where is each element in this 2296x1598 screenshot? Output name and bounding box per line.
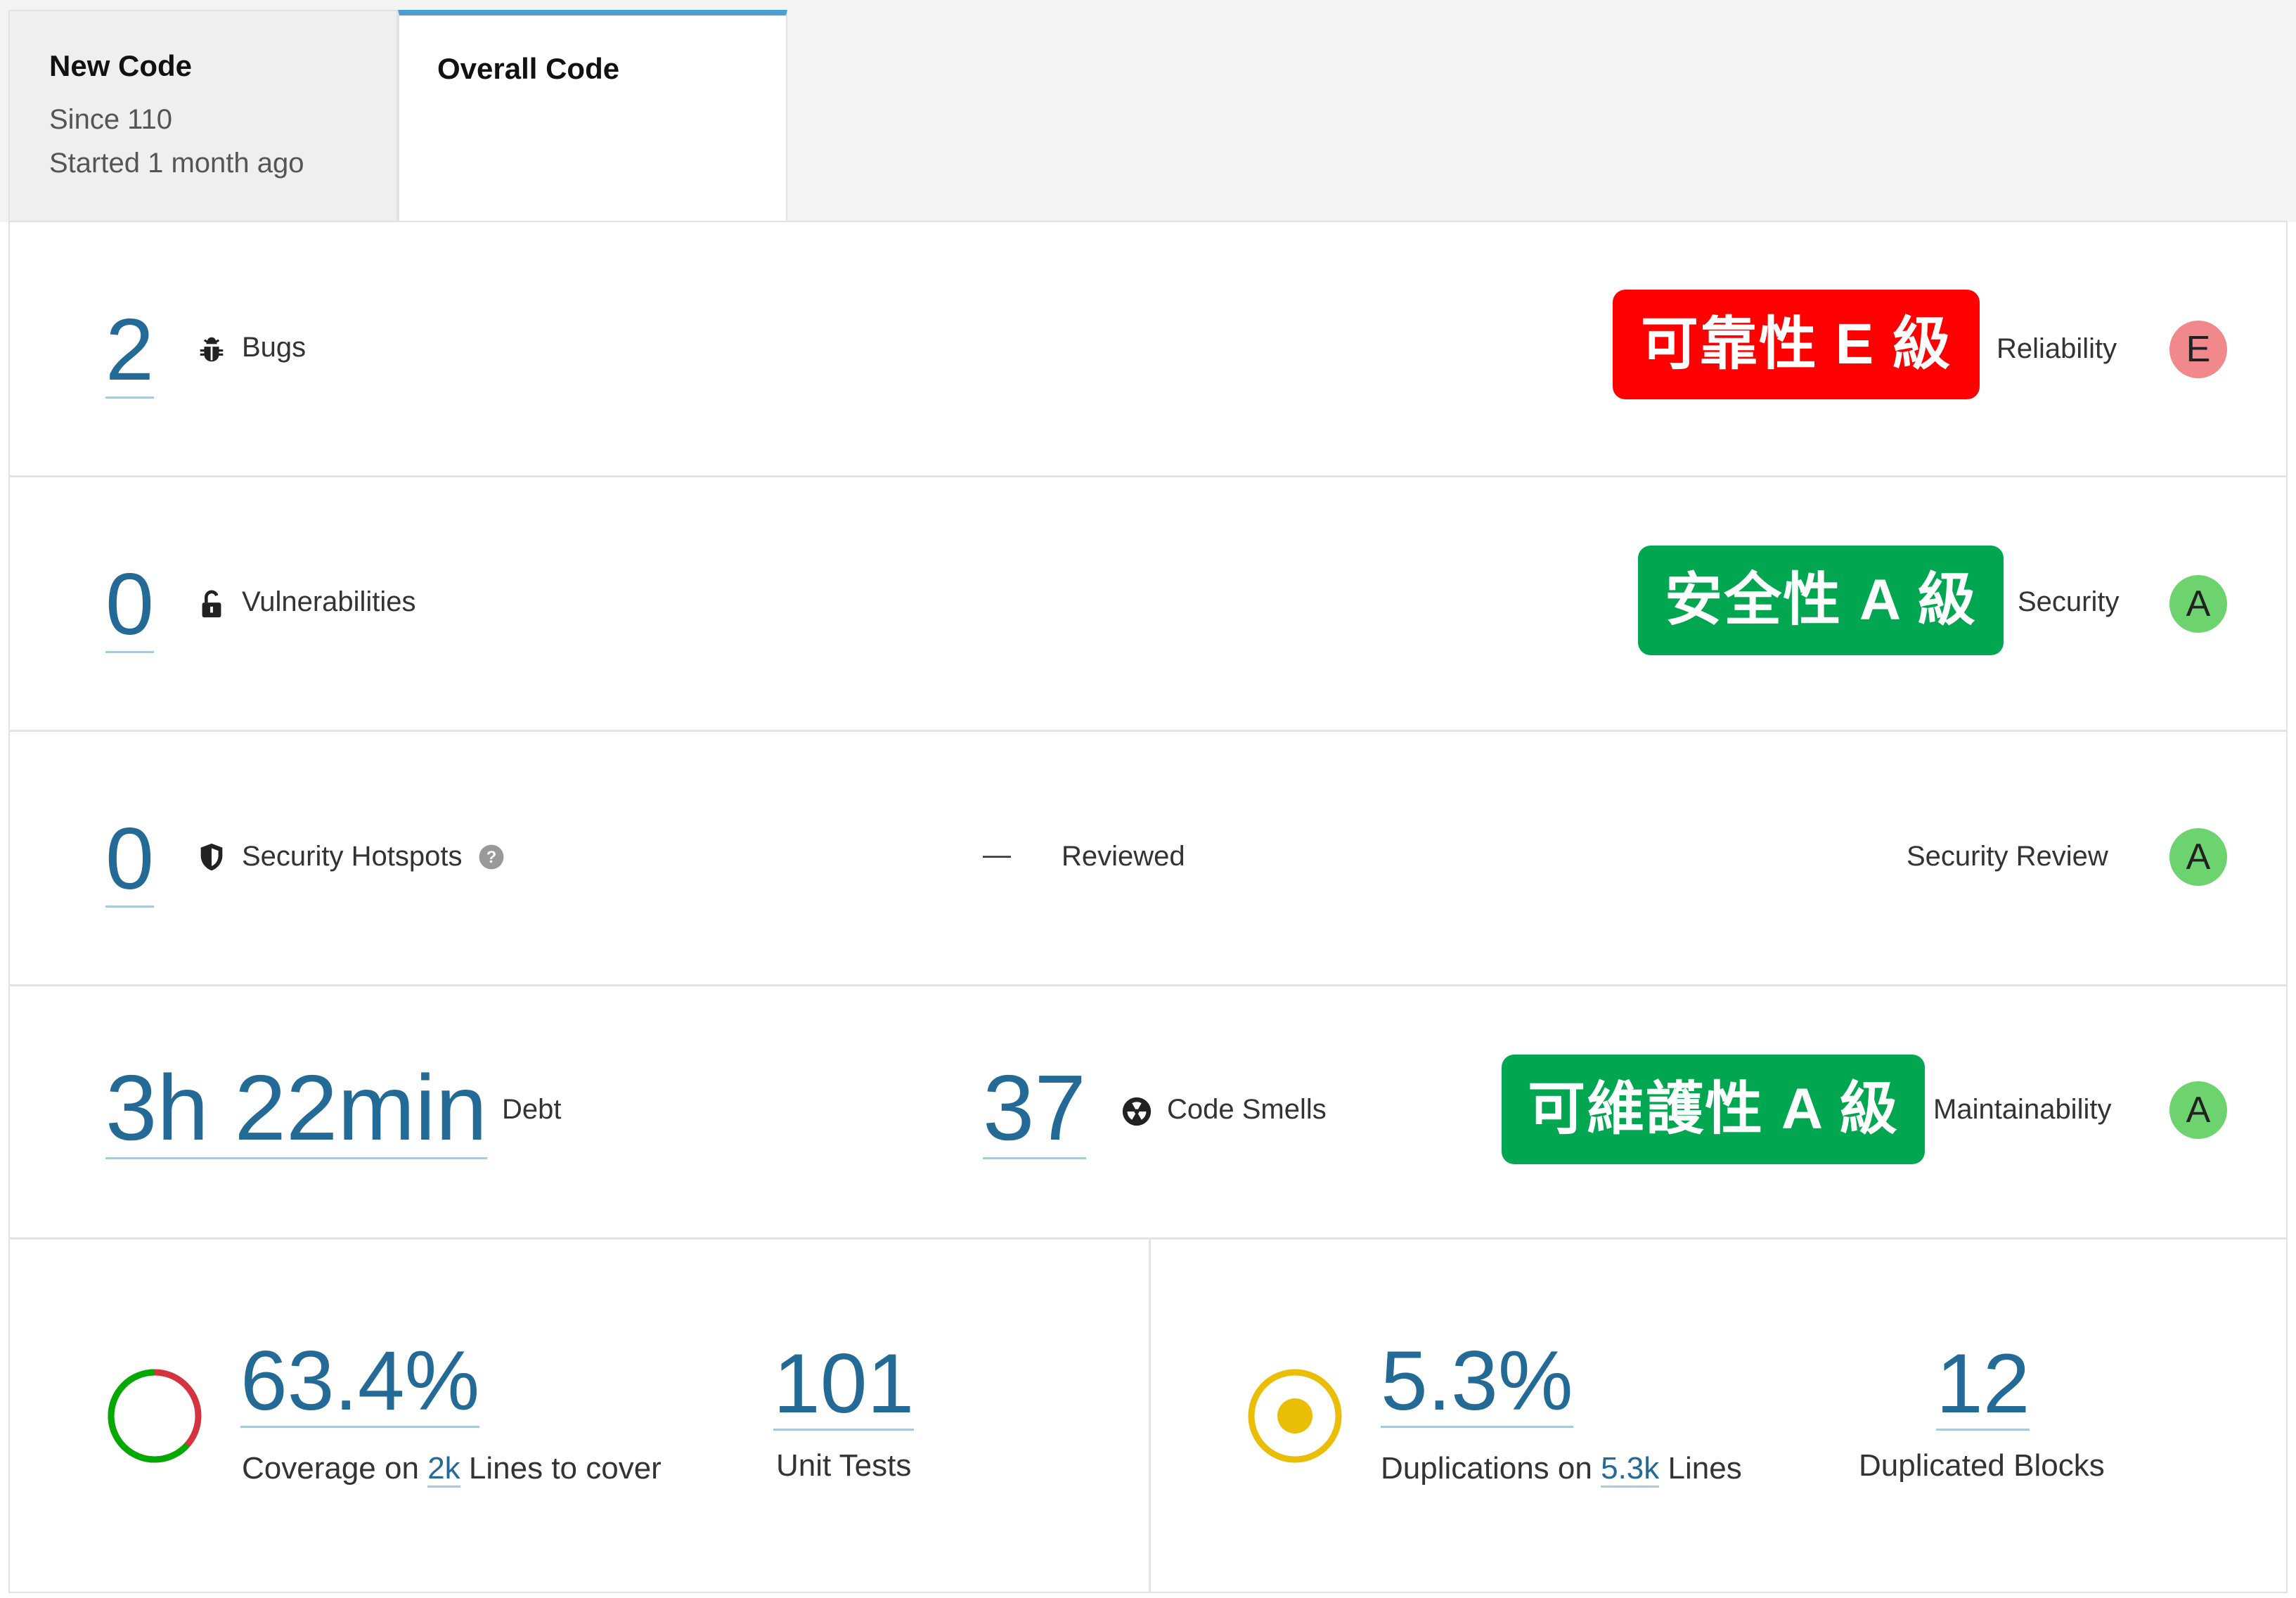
debt-label: Debt [502, 1094, 562, 1125]
unlock-icon [195, 588, 228, 620]
security-review-rating-label: Security Review [1907, 841, 2108, 872]
tab-new-code[interactable]: New Code Since 110 Started 1 month ago [8, 10, 398, 222]
duplications-lines-link[interactable]: 5.3k [1601, 1451, 1660, 1488]
reviewed-label: Reviewed [1062, 841, 1185, 872]
code-smells-label: Code Smells [1167, 1094, 1327, 1125]
duplications-value[interactable]: 5.3% [1381, 1339, 1573, 1428]
row-divider [8, 1237, 2288, 1239]
code-smell-icon [1121, 1095, 1153, 1128]
tab-overall-code-title: Overall Code [437, 52, 620, 85]
security-rating-label: Security [2018, 586, 2120, 617]
coverage-lines-link[interactable]: 2k [427, 1451, 460, 1488]
hotspots-label: Security Hotspots [242, 841, 463, 872]
reliability-grade-badge[interactable]: E [2169, 321, 2227, 378]
duplications-description: Duplications on 5.3k Lines [1381, 1451, 1742, 1488]
reliability-rating-label: Reliability [1997, 333, 2117, 364]
coverage-donut-icon[interactable] [105, 1367, 204, 1465]
hotspots-count[interactable]: 0 [105, 816, 154, 908]
help-icon[interactable]: ? [478, 844, 505, 870]
unit-tests-label: Unit Tests [776, 1448, 912, 1483]
security-annotation-banner: 安全性 A 級 [1638, 546, 2004, 655]
maintainability-annotation-banner: 可維護性 A 級 [1502, 1055, 1925, 1164]
tab-new-code-since: Since 110 [49, 104, 172, 135]
unit-tests-count[interactable]: 101 [773, 1341, 915, 1431]
row-divider [8, 984, 2288, 986]
shield-icon [195, 841, 228, 873]
coverage-prefix: Coverage on [242, 1451, 419, 1486]
vulnerabilities-label: Vulnerabilities [242, 586, 416, 617]
bug-icon [195, 333, 228, 366]
coverage-suffix: Lines to cover [468, 1451, 662, 1486]
duplications-suffix: Lines [1668, 1451, 1742, 1486]
row-divider [8, 475, 2288, 477]
duplicated-blocks-label: Duplicated Blocks [1859, 1448, 2105, 1483]
column-divider [1149, 1239, 1151, 1592]
reviewed-value: — [983, 839, 1011, 870]
tab-new-code-started: Started 1 month ago [49, 148, 304, 179]
bugs-count[interactable]: 2 [105, 307, 154, 399]
tab-new-code-title: New Code [49, 49, 193, 82]
vulnerabilities-count[interactable]: 0 [105, 561, 154, 653]
bugs-label: Bugs [242, 332, 307, 363]
duplications-indicator-icon[interactable] [1246, 1367, 1344, 1465]
code-smells-count[interactable]: 37 [983, 1062, 1086, 1159]
reliability-annotation-banner: 可靠性 E 級 [1613, 290, 1980, 399]
coverage-value[interactable]: 63.4% [240, 1339, 480, 1428]
maintainability-grade-badge[interactable]: A [2169, 1081, 2227, 1139]
svg-text:?: ? [486, 848, 497, 867]
security-review-grade-badge[interactable]: A [2169, 828, 2227, 886]
debt-value[interactable]: 3h 22min [105, 1062, 488, 1159]
tab-overall-code[interactable]: Overall Code [398, 10, 787, 224]
duplicated-blocks-count[interactable]: 12 [1936, 1341, 2030, 1431]
duplications-prefix: Duplications on [1381, 1451, 1592, 1486]
maintainability-rating-label: Maintainability [1933, 1094, 2112, 1125]
row-divider [8, 730, 2288, 732]
security-grade-badge[interactable]: A [2169, 575, 2227, 633]
coverage-description: Coverage on 2k Lines to cover [242, 1451, 662, 1488]
